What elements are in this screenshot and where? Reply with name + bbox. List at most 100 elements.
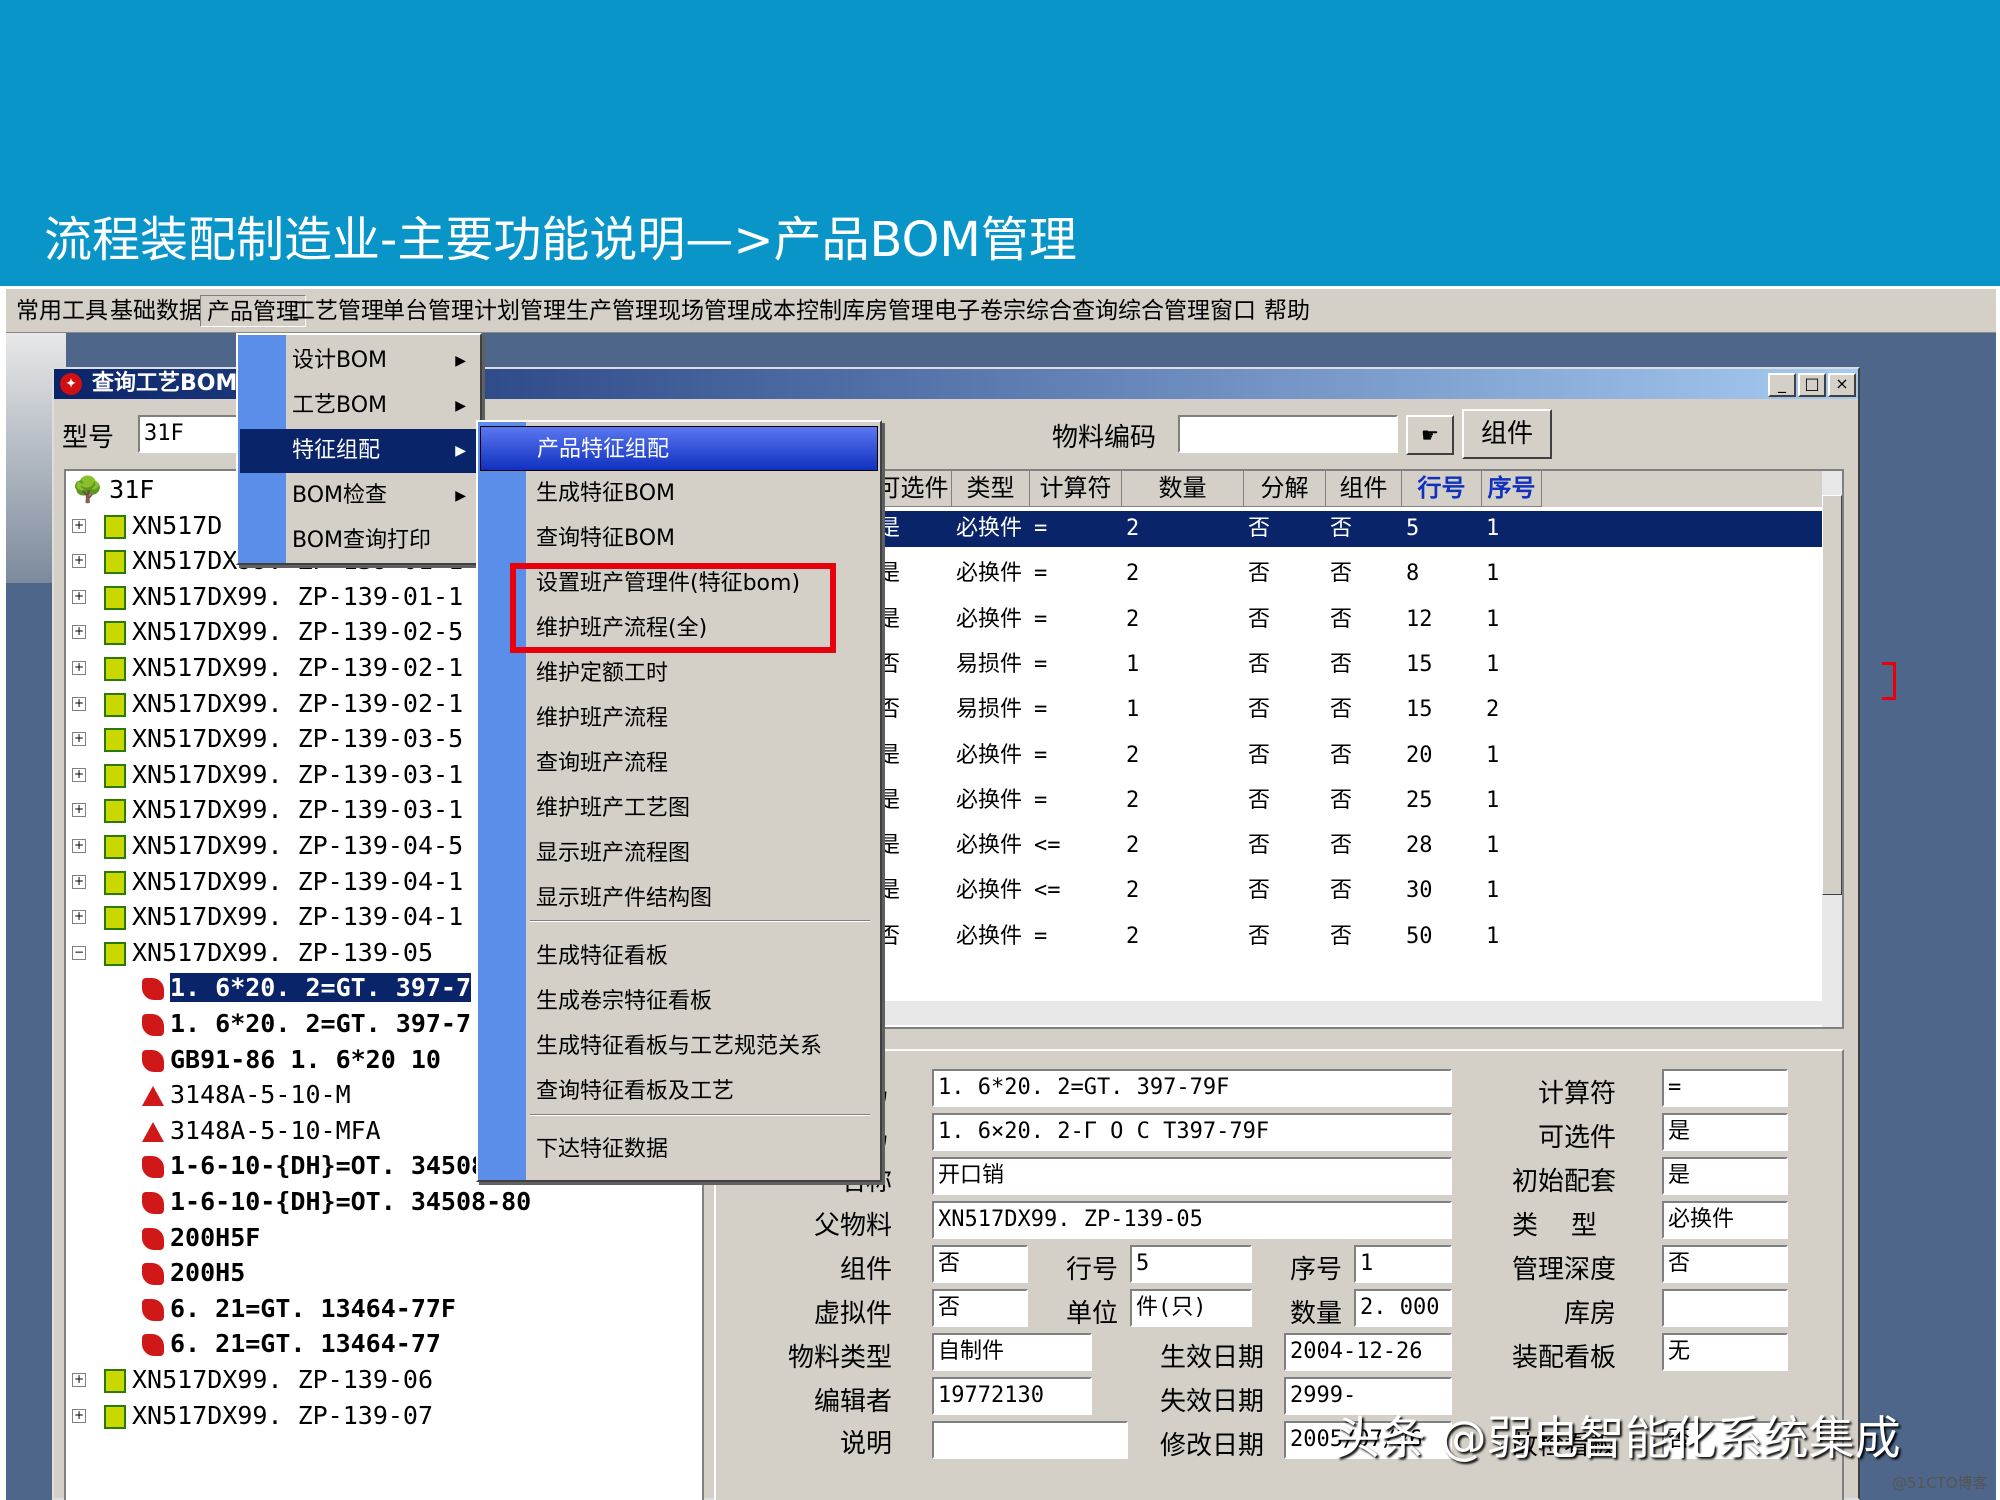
assembly-board-field[interactable]: 无 <box>1662 1333 1788 1371</box>
submenu-item[interactable]: 产品特征组配 <box>480 426 878 471</box>
tree-node[interactable]: XN517DX99. ZP-139-04-5 <box>104 829 463 863</box>
expand-toggle-icon[interactable]: + <box>72 625 86 640</box>
menubar-item[interactable]: 常用工具 <box>10 295 114 327</box>
code-field[interactable]: 1. 6*20. 2=GT. 397-79F <box>932 1069 1452 1107</box>
expand-toggle-icon[interactable]: + <box>72 696 86 711</box>
tree-node[interactable]: XN517DX99. ZP-139-07 <box>104 1399 433 1433</box>
tree-node[interactable]: XN517DX99. ZP-139-03-1 <box>104 758 463 792</box>
expand-toggle-icon[interactable]: + <box>72 767 86 782</box>
menubar-item[interactable]: 窗口 <box>1204 295 1262 327</box>
note-field[interactable] <box>932 1421 1128 1459</box>
grid-column-header[interactable]: 行号 <box>1402 471 1482 507</box>
tree-node[interactable]: GB91-86 1. 6*20 10 <box>142 1043 441 1077</box>
tree-node[interactable]: XN517DX99. ZP-139-05 <box>104 936 433 970</box>
submenu-item[interactable]: 生成卷宗特征看板 <box>480 979 878 1024</box>
virtual-field[interactable]: 否 <box>932 1289 1028 1327</box>
depth-field[interactable]: 否 <box>1662 1245 1788 1283</box>
tree-node[interactable]: 200H5 <box>142 1256 245 1290</box>
grid-column-header[interactable]: 组件 <box>1326 471 1402 507</box>
menubar-item[interactable]: 现场管理 <box>652 295 756 327</box>
tree-node[interactable]: XN517DX99. ZP-139-04-1 <box>104 900 463 934</box>
qty-field[interactable]: 2. 000 <box>1354 1289 1452 1327</box>
horizontal-scrollbar[interactable] <box>716 1001 1826 1025</box>
bom-grid[interactable]: 物料编码可选件类型计算符数量分解组件行号序号 . 2=GT. 397-7是必换件… <box>714 469 1844 1029</box>
grid-column-header[interactable]: 可选件 <box>874 471 952 507</box>
tree-node[interactable]: XN517DX99. ZP-139-02-1 <box>104 651 463 685</box>
grid-column-header[interactable]: 序号 <box>1482 471 1542 507</box>
tree-node[interactable]: XN517DX99. ZP-139-02-5 <box>104 615 463 649</box>
submenu-item[interactable]: 查询特征BOM <box>480 516 878 561</box>
menubar-item[interactable]: 基础数据 <box>104 295 208 327</box>
material-code-input[interactable] <box>1178 415 1398 453</box>
table-row[interactable]: . 2=GT. 397-7是必换件=2否否51 <box>716 511 1826 547</box>
submenu-item[interactable]: 维护定额工时 <box>480 651 878 696</box>
calc-field[interactable]: = <box>1662 1069 1788 1107</box>
table-row[interactable]: -{DH}=OT. 34是必换件=2否否251 <box>716 783 1826 819</box>
submenu-item[interactable]: 生成特征看板与工艺规范关系 <box>480 1024 878 1069</box>
tree-node[interactable]: 1. 6*20. 2=GT. 397-7 <box>142 971 472 1005</box>
tree-node[interactable]: 200H5F <box>142 1221 260 1255</box>
menubar-item[interactable]: 单台管理 <box>376 295 480 327</box>
menubar-item[interactable]: 工艺管理 <box>286 295 390 327</box>
expand-toggle-icon[interactable]: + <box>72 1373 86 1387</box>
submenu-item[interactable]: 生成特征看板 <box>480 934 878 979</box>
table-row[interactable]: T. 13464-77F否必换件=2否否501 <box>716 919 1826 955</box>
submenu-item[interactable]: 显示班产件结构图 <box>480 876 878 921</box>
tree-node[interactable]: XN517DX99. ZP-139-01-1 <box>104 580 463 614</box>
menu-item[interactable]: BOM查询打印 <box>240 519 478 563</box>
store-field[interactable] <box>1662 1289 1788 1327</box>
expand-toggle-icon[interactable]: + <box>72 910 86 925</box>
component-button[interactable]: 组件 <box>1462 409 1552 459</box>
menubar-item[interactable]: 电子卷宗 <box>928 295 1032 327</box>
editor-field[interactable]: 19772130 <box>932 1377 1092 1415</box>
tree-node[interactable]: XN517DX99. ZP-139-03-1 <box>104 793 463 827</box>
scroll-thumb[interactable] <box>1822 495 1842 895</box>
submenu-item[interactable]: 查询班产流程 <box>480 741 878 786</box>
submenu-item[interactable]: 维护班产工艺图 <box>480 786 878 831</box>
submenu-item[interactable]: 生成特征BOM <box>480 471 878 516</box>
table-row[interactable]: -5-10-MFA否易损件=1否否152 <box>716 692 1826 728</box>
tree-node[interactable]: 6. 21=GT. 13464-77 <box>142 1327 441 1361</box>
tree-node[interactable]: XN517DX99. ZP-139-03-5 <box>104 722 463 756</box>
tree-node[interactable]: XN517D <box>104 509 222 543</box>
menubar-item[interactable]: 综合管理 <box>1112 295 1216 327</box>
effective-date-field[interactable]: 2004-12-26 <box>1284 1333 1452 1371</box>
menu-item[interactable]: BOM检查 ▶ <box>240 474 478 518</box>
table-row[interactable]: . 2=GT. 397-7是必换件=2否否81 <box>716 556 1826 592</box>
expand-toggle-icon[interactable]: + <box>72 589 86 604</box>
submenu-item[interactable]: 显示班产流程图 <box>480 831 878 876</box>
tree-node[interactable]: 🌳 31F <box>72 473 154 507</box>
expand-toggle-icon[interactable]: + <box>72 661 86 675</box>
submenu-item[interactable]: 查询特征看板及工艺 <box>480 1069 878 1114</box>
menu-item[interactable]: 工艺BOM ▶ <box>240 384 478 428</box>
table-row[interactable]: -{DH}=OT. 34是必换件=2否否201 <box>716 738 1826 774</box>
table-row[interactable]: 是 必换件 <= 2 否 否 30 1 <box>716 873 1826 909</box>
expand-toggle-icon[interactable]: + <box>72 554 86 569</box>
grid-column-header[interactable]: 类型 <box>952 471 1030 507</box>
expand-toggle-icon[interactable]: − <box>72 945 86 960</box>
table-row[interactable]: F是必换件<=2否否281 <box>716 828 1826 864</box>
seq-field[interactable]: 1 <box>1354 1245 1452 1283</box>
unit-field[interactable]: 件(只) <box>1130 1289 1252 1327</box>
expand-toggle-icon[interactable]: + <box>72 874 86 889</box>
tree-node[interactable]: 6. 21=GT. 13464-77F <box>142 1292 456 1326</box>
initial-set-field[interactable]: 是 <box>1662 1157 1788 1195</box>
table-row[interactable]: 86 1. 6*20 10是必换件=2否否121 <box>716 602 1826 638</box>
type-field[interactable]: 必换件 <box>1662 1201 1788 1239</box>
vertical-scrollbar[interactable] <box>1822 471 1842 1027</box>
menu-item[interactable]: 特征组配 ▶ <box>240 429 478 473</box>
menubar-item[interactable]: 综合查询 <box>1020 295 1124 327</box>
grid-column-header[interactable]: 数量 <box>1122 471 1244 507</box>
tree-node[interactable]: 1. 6*20. 2=GT. 397-7 <box>142 1007 471 1041</box>
tree-node[interactable]: 3148A-5-10-M <box>142 1078 351 1112</box>
tree-node[interactable]: XN517DX99. ZP-139-06 <box>104 1363 433 1397</box>
table-row[interactable]: -5-10-M否易损件=1否否151 <box>716 647 1826 683</box>
expand-toggle-icon[interactable]: + <box>72 839 86 853</box>
tree-node[interactable]: 1-6-10-{DH}=OT. 34508-80 <box>142 1185 531 1219</box>
menu-item[interactable]: 设计BOM ▶ <box>240 339 478 383</box>
optional-field[interactable]: 是 <box>1662 1113 1788 1151</box>
code2-field[interactable]: 1. 6×20. 2-Г О С Т397-79F <box>932 1113 1452 1151</box>
expand-toggle-icon[interactable]: + <box>72 1408 86 1423</box>
close-button[interactable]: × <box>1828 373 1856 397</box>
minimize-button[interactable]: _ <box>1768 373 1796 397</box>
